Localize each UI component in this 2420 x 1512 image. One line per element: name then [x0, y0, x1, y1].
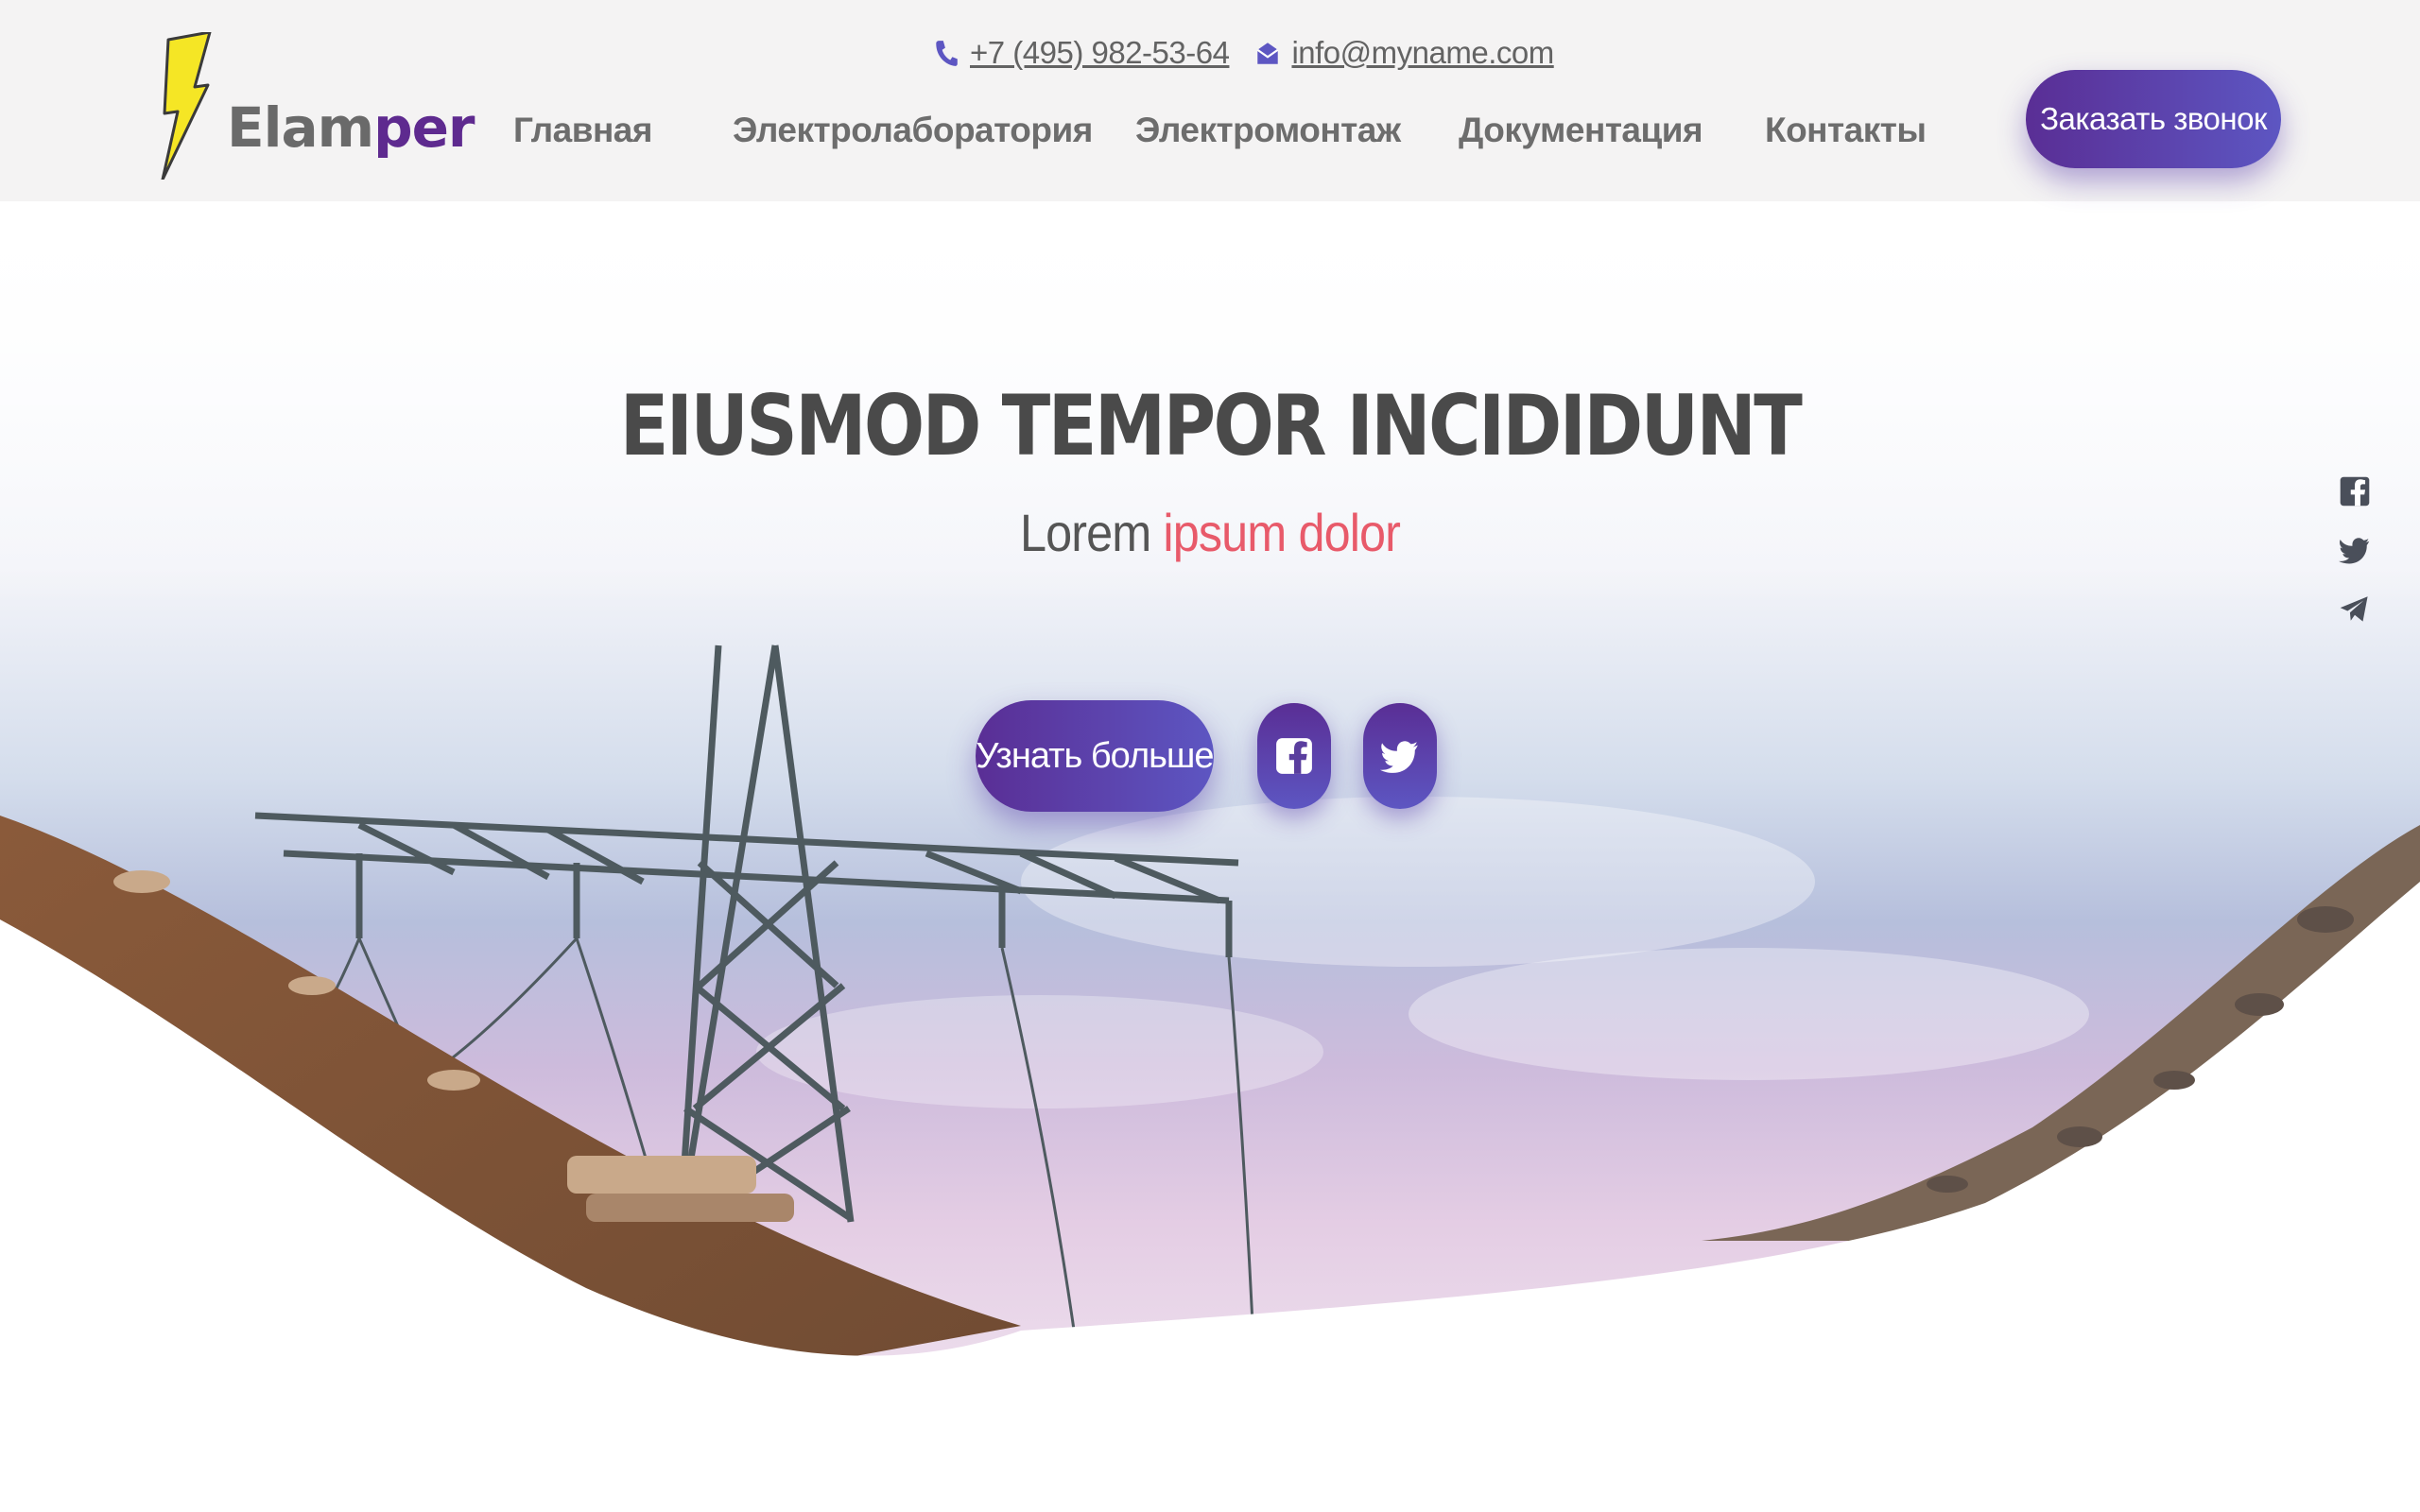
envelope-icon: [1257, 43, 1279, 64]
nav-item-contacts[interactable]: Контакты: [1765, 102, 1927, 159]
side-social-bar: [2339, 475, 2373, 651]
telegram-icon: [2340, 596, 2368, 622]
twitter-icon: [1380, 741, 1418, 773]
phone-link[interactable]: +7 (495) 982-53-64: [934, 35, 1230, 71]
learn-more-button[interactable]: Узнать больше: [976, 700, 1215, 812]
email-link[interactable]: info@myname.com: [1255, 35, 1554, 71]
hero-twitter-button[interactable]: [1363, 703, 1437, 809]
nav-item-electrolab[interactable]: Электролаборатория: [733, 102, 1093, 159]
hero-subtitle-accent: ipsum dolor: [1163, 503, 1401, 562]
nav-item-home[interactable]: Главная: [513, 102, 652, 159]
facebook-icon: [1276, 738, 1312, 774]
phone-number: +7 (495) 982-53-64: [970, 35, 1230, 70]
side-twitter-link[interactable]: [2339, 534, 2371, 566]
twitter-icon: [2339, 538, 2370, 564]
hero-subtitle: Lorem ipsum dolor: [121, 502, 2299, 563]
phone-icon: [936, 41, 958, 66]
side-telegram-link[interactable]: [2339, 593, 2371, 625]
hero-subtitle-plain: Lorem: [1019, 503, 1151, 562]
side-facebook-link[interactable]: [2339, 475, 2371, 507]
email-address: info@myname.com: [1291, 35, 1554, 70]
hero-title: EIUSMOD TEMPOR INCIDIDUNT: [619, 377, 1803, 474]
order-call-button[interactable]: Заказать звонок: [2026, 70, 2281, 168]
header-contacts: +7 (495) 982-53-64 info@myname.com: [934, 32, 1554, 74]
facebook-icon: [2340, 476, 2370, 507]
nav-item-documentation[interactable]: Документация: [1459, 102, 1703, 159]
nav-item-electroinstallation[interactable]: Электромонтаж: [1135, 102, 1401, 159]
hero-section: EIUSMOD TEMPOR INCIDIDUNT Lorem ipsum do…: [0, 201, 2420, 1512]
site-header: Elamper +7 (495) 982-53-64 info@myname.c…: [0, 0, 2420, 201]
hero-facebook-button[interactable]: [1257, 703, 1331, 809]
